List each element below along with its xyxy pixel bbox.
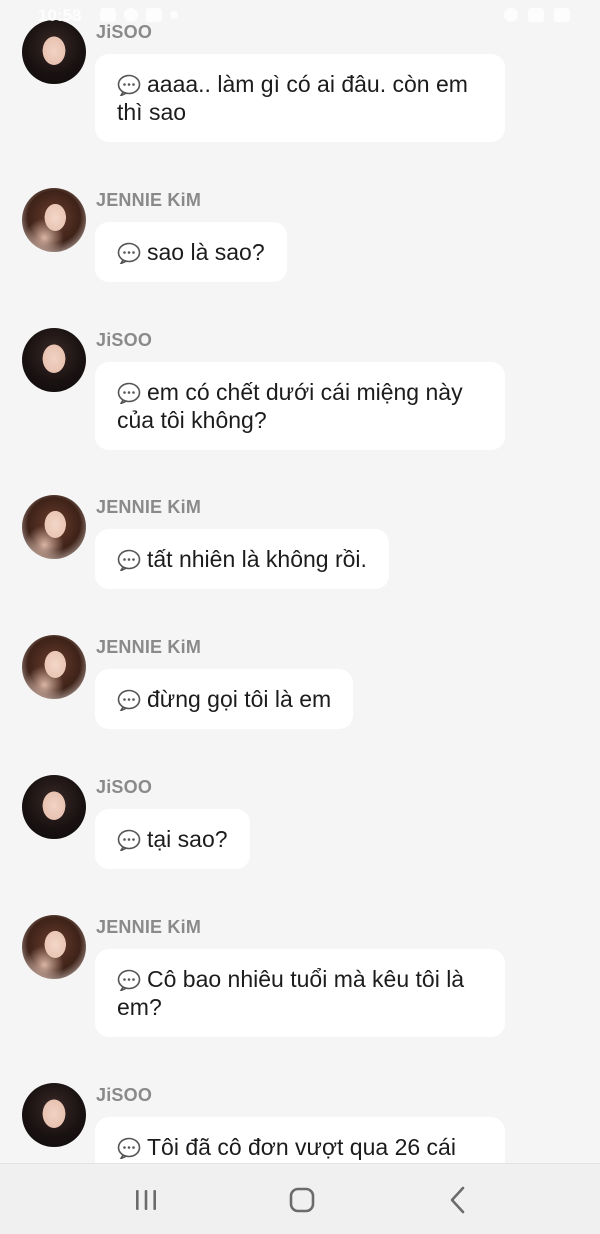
sender-name: JENNIE KiM xyxy=(96,190,202,210)
message-bubble: đừng gọi tôi là em xyxy=(95,669,354,729)
navigation-bar xyxy=(0,1163,600,1234)
typing-bubble-icon xyxy=(117,549,141,571)
back-icon[interactable] xyxy=(440,1182,476,1218)
sender-name: JENNIE KiM xyxy=(96,497,202,517)
gallery-icon xyxy=(100,8,116,22)
sender-name: JiSOO xyxy=(96,777,153,797)
message-bubble: Tôi đã cô đơn vượt qua 26 cái xyxy=(95,1117,505,1163)
message-bubble: em có chết dưới cái miệng này của tôi kh… xyxy=(95,362,505,450)
typing-bubble-icon xyxy=(117,1137,141,1159)
home-icon[interactable] xyxy=(284,1182,320,1218)
message-bubble: Cô bao nhiêu tuổi mà kêu tôi là em? xyxy=(95,949,505,1037)
message-text: tại sao? xyxy=(147,826,228,852)
message-bubble: sao là sao? xyxy=(95,222,287,282)
avatar[interactable] xyxy=(22,1083,86,1147)
message-text: aaaa.. làm gì có ai đâu. còn em thì sao xyxy=(117,71,468,125)
message-bubble: tại sao? xyxy=(95,809,250,869)
message-bubble: tất nhiên là không rồi. xyxy=(95,529,389,589)
messenger-icon xyxy=(124,8,138,22)
avatar[interactable] xyxy=(22,635,86,699)
message-bubble: aaaa.. làm gì có ai đâu. còn em thì sao xyxy=(95,54,505,142)
status-bar: 10:58 xyxy=(0,0,600,34)
typing-bubble-icon xyxy=(117,74,141,96)
sender-name: JiSOO xyxy=(96,1085,153,1105)
avatar[interactable] xyxy=(22,188,86,252)
message-text: Tôi đã cô đơn vượt qua 26 cái xyxy=(147,1134,456,1160)
message-text: đừng gọi tôi là em xyxy=(147,686,332,712)
avatar[interactable] xyxy=(22,328,86,392)
sender-name: JiSOO xyxy=(96,330,153,350)
chat-area[interactable]: JiSOO aaaa.. làm gì có ai đâu. còn em th… xyxy=(0,0,600,1163)
sender-name: JENNIE KiM xyxy=(96,637,202,657)
message-text: Cô bao nhiêu tuổi mà kêu tôi là em? xyxy=(117,966,465,1020)
dot-icon xyxy=(170,11,178,19)
typing-bubble-icon xyxy=(117,829,141,851)
wifi-icon xyxy=(504,8,518,22)
sender-name: JENNIE KiM xyxy=(96,917,202,937)
avatar[interactable] xyxy=(22,775,86,839)
system-icons xyxy=(504,8,570,22)
status-time: 10:58 xyxy=(38,6,82,25)
typing-bubble-icon xyxy=(117,242,141,264)
avatar[interactable] xyxy=(22,495,86,559)
message-text: sao là sao? xyxy=(147,239,265,265)
avatar[interactable] xyxy=(22,915,86,979)
message-text: em có chết dưới cái miệng này của tôi kh… xyxy=(117,379,463,433)
typing-bubble-icon xyxy=(117,382,141,404)
typing-bubble-icon xyxy=(117,969,141,991)
typing-bubble-icon xyxy=(117,689,141,711)
notification-icons xyxy=(100,8,178,22)
game-icon xyxy=(146,8,162,22)
signal-icon xyxy=(528,8,544,22)
battery-icon xyxy=(554,8,570,22)
message-text: tất nhiên là không rồi. xyxy=(147,546,367,572)
recent-apps-icon[interactable] xyxy=(128,1182,164,1218)
